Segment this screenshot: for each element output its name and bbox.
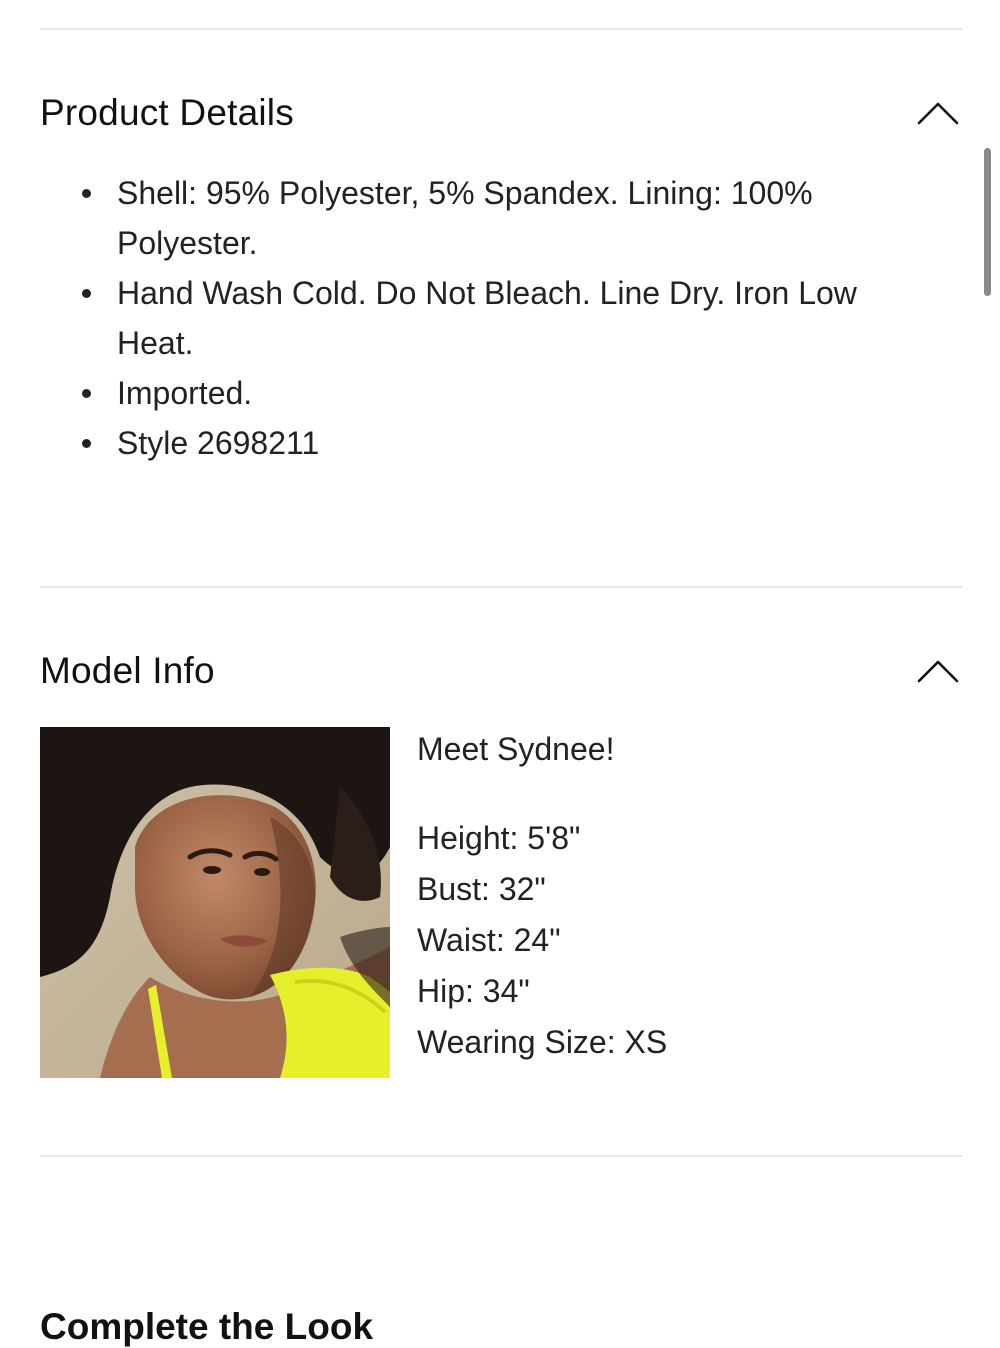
list-item: Imported. bbox=[0, 368, 960, 418]
chevron-up-icon[interactable] bbox=[916, 658, 960, 684]
model-stat-hip: Hip: 34" bbox=[417, 973, 530, 1009]
model-stat-wearing-size: Wearing Size: XS bbox=[417, 1024, 668, 1060]
product-details-title[interactable]: Product Details bbox=[40, 92, 294, 134]
model-stat-bust: Bust: 32" bbox=[417, 871, 546, 907]
scrollbar-thumb[interactable] bbox=[984, 148, 991, 296]
bullet-icon bbox=[82, 439, 91, 448]
model-stat-height: Height: 5'8" bbox=[417, 820, 581, 856]
complete-the-look-title[interactable]: Complete the Look bbox=[40, 1306, 373, 1348]
list-item-text: Hand Wash Cold. Do Not Bleach. Line Dry.… bbox=[117, 275, 857, 361]
list-item-text: Imported. bbox=[117, 375, 253, 411]
section-divider bbox=[40, 586, 962, 588]
model-info-title[interactable]: Model Info bbox=[40, 650, 215, 692]
model-greeting: Meet Sydnee! bbox=[417, 731, 615, 767]
model-stat-waist: Waist: 24" bbox=[417, 922, 561, 958]
top-divider bbox=[40, 28, 962, 30]
bullet-icon bbox=[82, 389, 91, 398]
list-item: Shell: 95% Polyester, 5% Spandex. Lining… bbox=[0, 168, 960, 268]
list-item-text: Shell: 95% Polyester, 5% Spandex. Lining… bbox=[117, 175, 813, 261]
model-stats: Height: 5'8" Bust: 32" Waist: 24" Hip: 3… bbox=[417, 813, 667, 1068]
bullet-icon bbox=[82, 189, 91, 198]
product-details-list: Shell: 95% Polyester, 5% Spandex. Lining… bbox=[0, 168, 960, 468]
list-item-text: Style 2698211 bbox=[117, 425, 320, 461]
model-photo bbox=[40, 727, 390, 1078]
list-item: Hand Wash Cold. Do Not Bleach. Line Dry.… bbox=[0, 268, 960, 368]
chevron-up-icon[interactable] bbox=[916, 100, 960, 126]
bullet-icon bbox=[82, 289, 91, 298]
section-divider bbox=[40, 1155, 962, 1157]
list-item: Style 2698211 bbox=[0, 418, 960, 468]
